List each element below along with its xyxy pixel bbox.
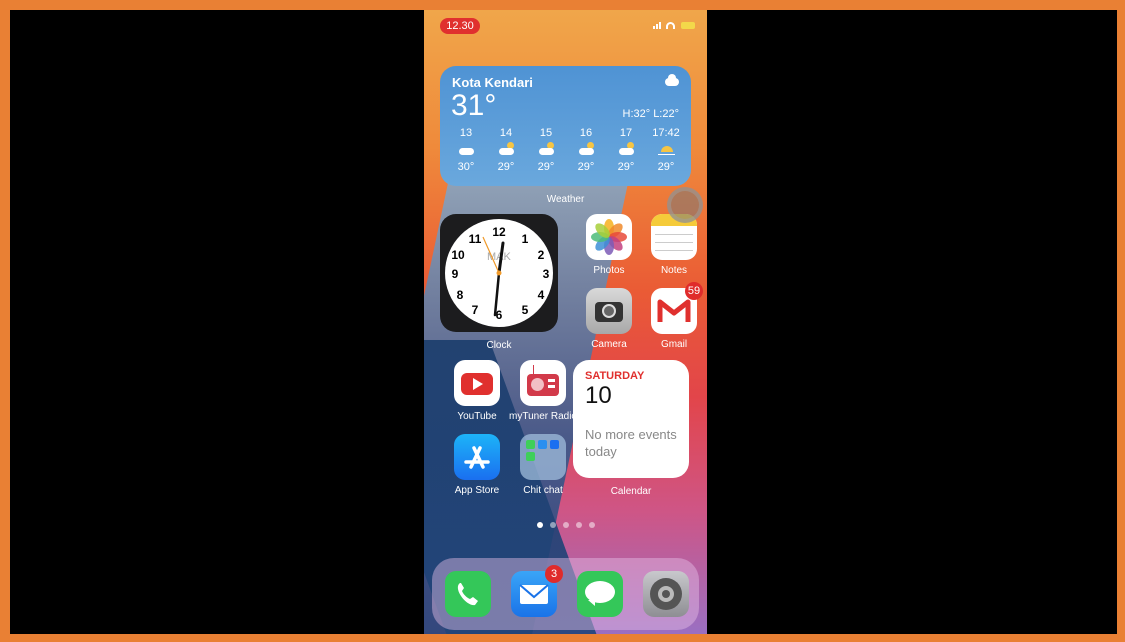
forecast-item: 13 30°	[446, 127, 486, 173]
forecast-temp: 29°	[537, 161, 555, 173]
forecast-time: 16	[579, 127, 593, 139]
app-label: App Store	[454, 485, 500, 496]
app-label: Gmail	[660, 339, 688, 350]
photos-icon	[586, 214, 632, 260]
folder-chit-chat[interactable]: Chit chat	[520, 434, 566, 496]
page-dot[interactable]	[562, 522, 569, 528]
app-camera[interactable]: Camera	[586, 288, 632, 350]
forecast-temp: 29°	[497, 161, 515, 173]
app-label: myTuner Radio	[509, 411, 577, 422]
partly-sunny-icon	[566, 139, 606, 161]
page-dot[interactable]	[588, 522, 595, 528]
forecast-item: 17:42 29°	[646, 127, 686, 173]
phone-screen: 12.30 Kota Kendari 31° H:32° L:22° 13 30…	[424, 10, 707, 634]
video-frame: 12.30 Kota Kendari 31° H:32° L:22° 13 30…	[10, 10, 1117, 634]
clock-face: 12 1 2 3 4 5 6 7 8 9 10 11 MAK	[445, 219, 553, 327]
forecast-temp: 29°	[617, 161, 635, 173]
app-store-icon	[454, 434, 500, 480]
clock-label: Clock	[486, 340, 512, 351]
forecast-time: 17	[619, 127, 633, 139]
partly-sunny-icon	[606, 139, 646, 161]
app-messages[interactable]	[577, 571, 623, 617]
calendar-events: No more events today	[585, 427, 677, 459]
messages-icon	[577, 571, 623, 617]
weather-temp: 31°	[451, 89, 497, 122]
app-phone[interactable]	[445, 571, 491, 617]
battery-icon	[681, 22, 695, 29]
cloud-icon	[446, 139, 486, 161]
page-dot[interactable]	[575, 522, 582, 528]
weather-city: Kota Kendari	[452, 75, 533, 90]
phone-icon	[445, 571, 491, 617]
calendar-label: Calendar	[610, 486, 652, 497]
app-label: Photos	[593, 265, 625, 276]
clock-hands	[482, 236, 505, 317]
forecast-item: 14 29°	[486, 127, 526, 173]
mail-badge: 3	[545, 565, 563, 583]
forecast-item: 16 29°	[566, 127, 606, 173]
gmail-badge: 59	[685, 282, 703, 300]
partly-sunny-icon	[526, 139, 566, 161]
calendar-widget[interactable]: SATURDAY 10 No more events today	[573, 360, 689, 478]
forecast-temp: 29°	[657, 161, 675, 173]
forecast-item: 15 29°	[526, 127, 566, 173]
youtube-icon	[454, 360, 500, 406]
app-photos[interactable]: Photos	[586, 214, 632, 276]
wifi-icon	[666, 22, 675, 29]
weather-widget[interactable]: Kota Kendari 31° H:32° L:22° 13 30° 14 2…	[440, 66, 691, 186]
clock-widget[interactable]: 12 1 2 3 4 5 6 7 8 9 10 11 MAK	[440, 214, 558, 332]
app-label: Notes	[660, 265, 688, 276]
app-notes[interactable]: Notes	[651, 214, 697, 276]
app-gmail[interactable]: 59 Gmail	[651, 282, 703, 350]
page-dot[interactable]	[536, 522, 543, 528]
weather-forecast: 13 30° 14 29° 15 29° 16 29° 17 29° 17:42…	[446, 127, 686, 173]
sunset-icon	[646, 139, 686, 161]
camera-icon	[586, 288, 632, 334]
calendar-date: 10	[585, 382, 612, 409]
status-icons	[653, 22, 695, 29]
app-label: Camera	[591, 339, 627, 350]
forecast-time: 13	[459, 127, 473, 139]
radio-icon	[520, 360, 566, 406]
partly-sunny-icon	[486, 139, 526, 161]
status-bar: 12.30	[424, 10, 707, 40]
folder-icon	[520, 434, 566, 480]
touch-indicator	[667, 187, 703, 223]
weather-high-low: H:32° L:22°	[622, 108, 680, 120]
forecast-item: 17 29°	[606, 127, 646, 173]
dock: 3	[432, 558, 699, 630]
settings-gear-icon	[643, 571, 689, 617]
forecast-time: 15	[539, 127, 553, 139]
forecast-temp: 30°	[457, 161, 475, 173]
forecast-temp: 29°	[577, 161, 595, 173]
page-dot[interactable]	[549, 522, 556, 528]
app-label: YouTube	[457, 411, 497, 422]
app-label: Chit chat	[523, 485, 563, 496]
forecast-time: 17:42	[652, 127, 680, 139]
app-mail[interactable]: 3	[511, 565, 563, 617]
app-youtube[interactable]: YouTube	[454, 360, 500, 422]
page-indicator[interactable]	[424, 522, 707, 528]
status-time[interactable]: 12.30	[440, 18, 480, 34]
calendar-day: SATURDAY	[585, 370, 645, 382]
forecast-time: 14	[499, 127, 513, 139]
app-mytuner-radio[interactable]: myTuner Radio	[509, 360, 577, 422]
app-app-store[interactable]: App Store	[454, 434, 500, 496]
app-settings[interactable]	[643, 571, 689, 617]
cloud-icon	[665, 74, 679, 86]
weather-label: Weather	[546, 194, 585, 205]
signal-icon	[653, 22, 661, 29]
